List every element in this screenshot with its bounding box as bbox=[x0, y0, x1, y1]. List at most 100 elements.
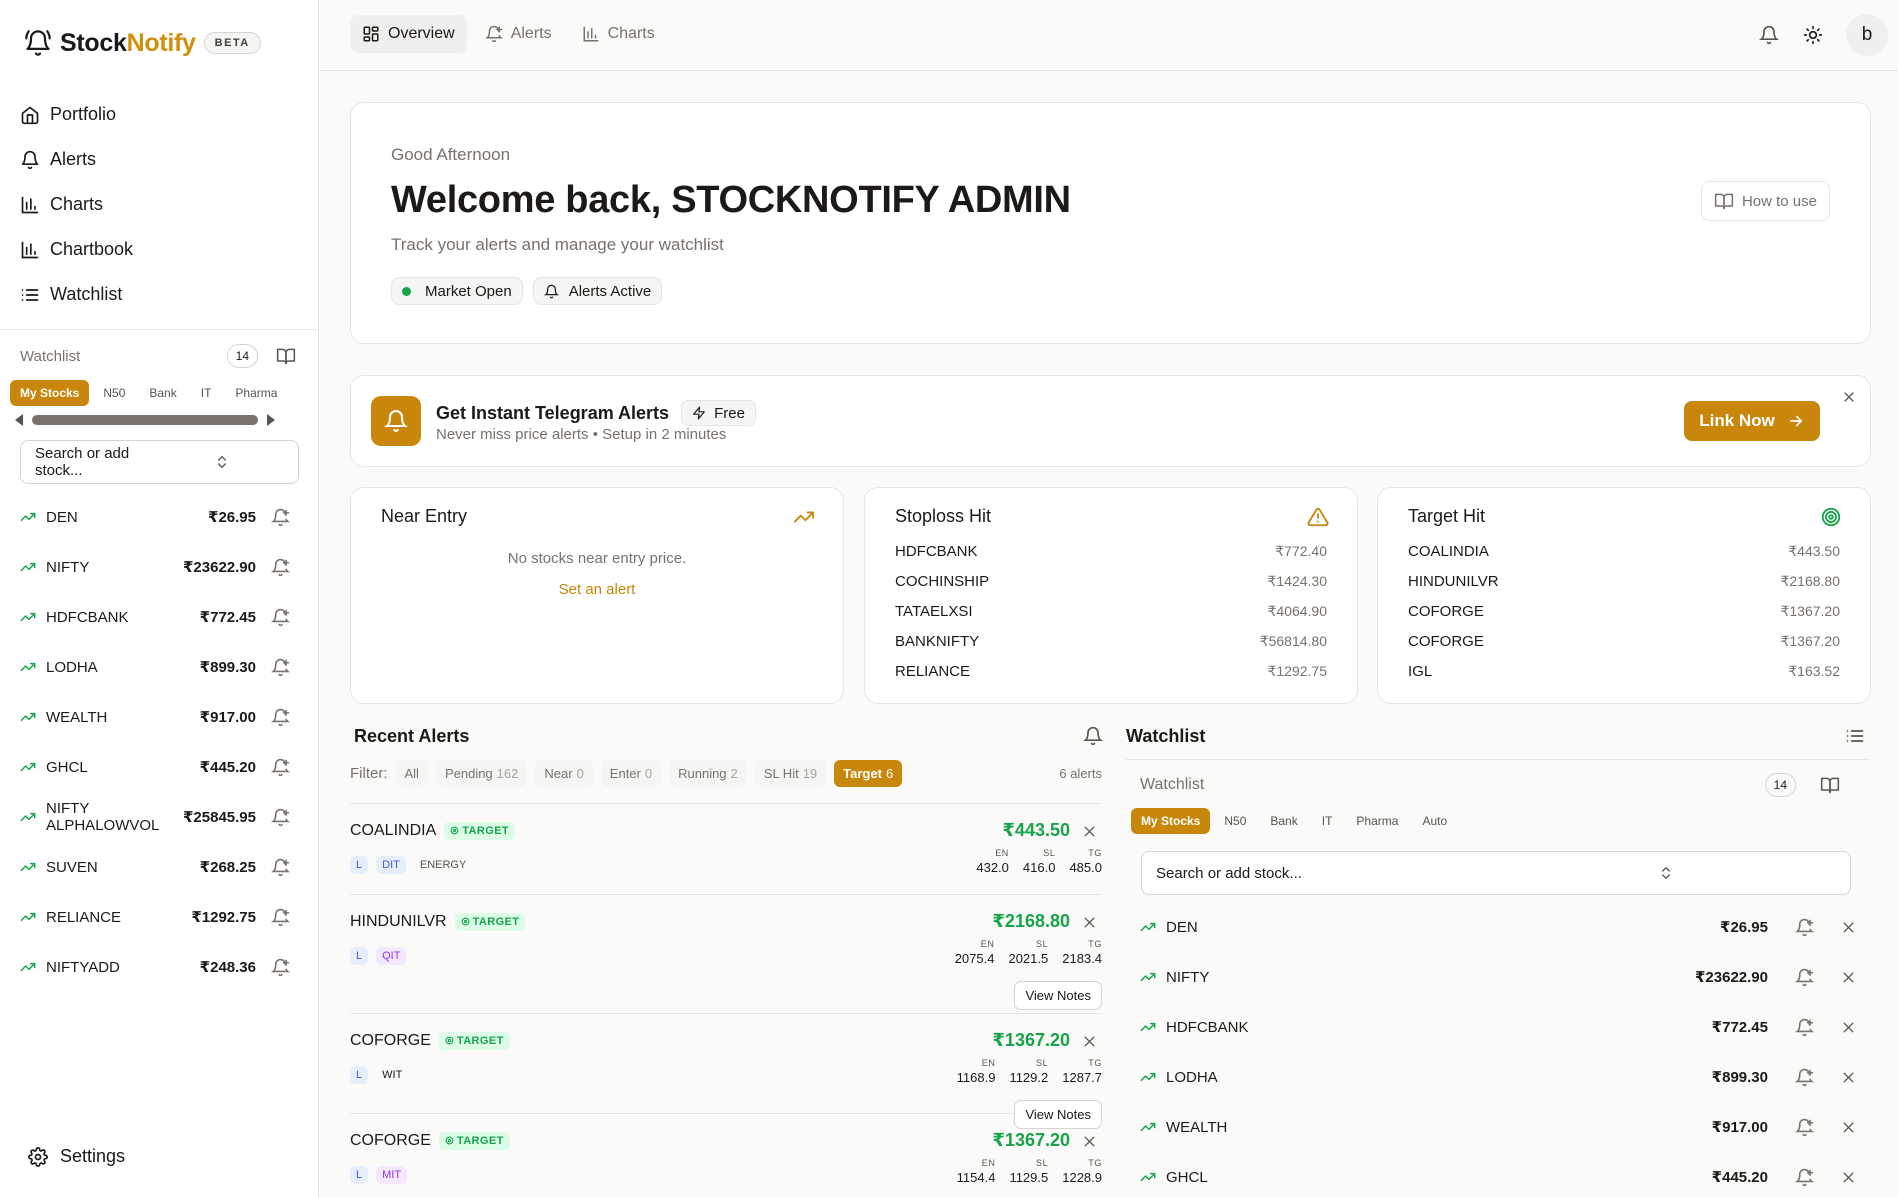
scrollbar-thumb[interactable] bbox=[32, 415, 258, 425]
view-notes-button[interactable]: View Notes bbox=[1014, 981, 1102, 1010]
list-item[interactable]: LODHA ₹899.30 bbox=[20, 642, 290, 692]
list-item[interactable]: WEALTH ₹917.00 bbox=[1140, 1102, 1856, 1152]
alert-row[interactable]: COFORGE TARGET L MIT ₹1367.20 EN 1154.4 SL 1129.… bbox=[350, 1114, 1102, 1198]
link-now-button[interactable]: Link Now bbox=[1684, 401, 1820, 441]
filter-near[interactable]: Near 0 bbox=[535, 760, 593, 787]
list-item[interactable]: RELIANCE ₹1292.75 bbox=[895, 656, 1327, 686]
tab-charts[interactable]: Charts bbox=[570, 15, 667, 53]
list-item[interactable]: DEN ₹26.95 bbox=[1140, 902, 1856, 952]
add-alert-icon[interactable] bbox=[270, 657, 290, 677]
list-item[interactable]: WEALTH ₹917.00 bbox=[20, 692, 290, 742]
list-item[interactable]: NIFTY ALPHALOWVOL ₹25845.95 bbox=[20, 792, 290, 842]
bell-icon[interactable] bbox=[1082, 725, 1104, 747]
chip-my-stocks[interactable]: My Stocks bbox=[1131, 808, 1211, 834]
close-icon[interactable] bbox=[1842, 390, 1856, 404]
filter-all[interactable]: All bbox=[395, 760, 428, 787]
filter-sl-hit[interactable]: SL Hit 19 bbox=[754, 760, 827, 787]
set-alert-link[interactable]: Set an alert bbox=[351, 581, 843, 598]
nav-portfolio[interactable]: Portfolio bbox=[20, 92, 300, 137]
list-item[interactable]: BANKNIFTY ₹56814.80 bbox=[895, 626, 1327, 656]
chip-it[interactable]: IT bbox=[1312, 808, 1343, 834]
add-alert-icon[interactable] bbox=[270, 857, 290, 877]
list-item[interactable]: NIFTY ₹23622.90 bbox=[20, 542, 290, 592]
add-alert-icon[interactable] bbox=[270, 507, 290, 527]
list-item[interactable]: COFORGE ₹1367.20 bbox=[1408, 596, 1840, 626]
watchlist-stock-search[interactable]: Search or add stock... bbox=[1141, 851, 1851, 895]
add-alert-icon[interactable] bbox=[1794, 917, 1814, 937]
remove-icon[interactable] bbox=[1840, 1169, 1856, 1185]
notifications-bell-icon[interactable] bbox=[1758, 24, 1780, 46]
list-item[interactable]: RELIANCE ₹1292.75 bbox=[20, 892, 290, 942]
close-icon[interactable] bbox=[1082, 1034, 1096, 1048]
nav-chartbook[interactable]: Chartbook bbox=[20, 227, 300, 272]
chip-scrollbar[interactable] bbox=[14, 413, 304, 427]
close-icon[interactable] bbox=[1082, 915, 1096, 929]
list-item[interactable]: HDFCBANK ₹772.40 bbox=[895, 536, 1327, 566]
add-alert-icon[interactable] bbox=[1794, 1017, 1814, 1037]
add-alert-icon[interactable] bbox=[270, 557, 290, 577]
list-item[interactable]: IGL ₹163.52 bbox=[1408, 656, 1840, 686]
alert-row[interactable]: HINDUNILVR TARGET L QIT ₹2168.80 EN 2075.4 SL 20… bbox=[350, 895, 1102, 1014]
list-item[interactable]: TATAELXSI ₹4064.90 bbox=[895, 596, 1327, 626]
chip-bank[interactable]: Bank bbox=[139, 380, 186, 406]
tab-overview[interactable]: Overview bbox=[350, 15, 467, 53]
list-item[interactable]: HDFCBANK ₹772.45 bbox=[1140, 1002, 1856, 1052]
nav-charts[interactable]: Charts bbox=[20, 182, 300, 227]
alert-row[interactable]: COFORGE TARGET L WIT ₹1367.20 EN 1168.9 SL 1129.… bbox=[350, 1014, 1102, 1129]
nav-alerts[interactable]: Alerts bbox=[20, 137, 300, 182]
list-item[interactable]: COCHINSHIP ₹1424.30 bbox=[895, 566, 1327, 596]
add-alert-icon[interactable] bbox=[1794, 1167, 1814, 1187]
remove-icon[interactable] bbox=[1840, 1119, 1856, 1135]
sun-icon[interactable] bbox=[1802, 24, 1824, 46]
remove-icon[interactable] bbox=[1840, 1019, 1856, 1035]
logo[interactable]: StockNotify BETA bbox=[24, 26, 261, 60]
list-item[interactable]: NIFTY ₹23622.90 bbox=[1140, 952, 1856, 1002]
sidebar-stock-search[interactable]: Search or add stock... bbox=[20, 440, 299, 484]
filter-pending[interactable]: Pending 162 bbox=[435, 760, 528, 787]
avatar[interactable]: b bbox=[1846, 14, 1888, 56]
filter-running[interactable]: Running 2 bbox=[669, 760, 747, 787]
list-item[interactable]: GHCL ₹445.20 bbox=[20, 742, 290, 792]
chip-auto[interactable]: Auto bbox=[1412, 808, 1457, 834]
book-icon[interactable] bbox=[1820, 775, 1840, 795]
add-alert-icon[interactable] bbox=[270, 757, 290, 777]
add-alert-icon[interactable] bbox=[270, 607, 290, 627]
remove-icon[interactable] bbox=[1840, 919, 1856, 935]
add-alert-icon[interactable] bbox=[1794, 1117, 1814, 1137]
book-icon[interactable] bbox=[276, 346, 296, 366]
list-item[interactable]: COFORGE ₹1367.20 bbox=[1408, 626, 1840, 656]
list-item[interactable]: DEN ₹26.95 bbox=[20, 492, 290, 542]
filter-enter[interactable]: Enter 0 bbox=[600, 760, 662, 787]
nav-watchlist[interactable]: Watchlist bbox=[20, 272, 300, 317]
scroll-right-icon[interactable] bbox=[266, 414, 276, 426]
filter-target[interactable]: Target 6 bbox=[834, 760, 903, 787]
list-item[interactable]: COALINDIA ₹443.50 bbox=[1408, 536, 1840, 566]
list-item[interactable]: HINDUNILVR ₹2168.80 bbox=[1408, 566, 1840, 596]
list-item[interactable]: NIFTYADD ₹248.36 bbox=[20, 942, 290, 992]
remove-icon[interactable] bbox=[1840, 969, 1856, 985]
chip-pharma[interactable]: Pharma bbox=[225, 380, 287, 406]
list-item[interactable]: HDFCBANK ₹772.45 bbox=[20, 592, 290, 642]
scroll-left-icon[interactable] bbox=[14, 414, 24, 426]
chip-n50[interactable]: N50 bbox=[93, 380, 135, 406]
settings-link[interactable]: Settings bbox=[28, 1146, 125, 1167]
chip-bank[interactable]: Bank bbox=[1260, 808, 1307, 834]
how-to-use-button[interactable]: How to use bbox=[1700, 181, 1830, 221]
alert-row[interactable]: COALINDIA TARGET L DIT ENERGY ₹443.50 EN 432.0 S… bbox=[350, 804, 1102, 895]
chip-n50[interactable]: N50 bbox=[1214, 808, 1256, 834]
remove-icon[interactable] bbox=[1840, 1069, 1856, 1085]
add-alert-icon[interactable] bbox=[1794, 967, 1814, 987]
tab-alerts[interactable]: Alerts bbox=[473, 15, 564, 53]
list-icon[interactable] bbox=[1844, 725, 1866, 747]
chip-pharma[interactable]: Pharma bbox=[1346, 808, 1408, 834]
add-alert-icon[interactable] bbox=[270, 707, 290, 727]
close-icon[interactable] bbox=[1082, 1134, 1096, 1148]
list-item[interactable]: LODHA ₹899.30 bbox=[1140, 1052, 1856, 1102]
chip-it[interactable]: IT bbox=[191, 380, 222, 406]
list-item[interactable]: GHCL ₹445.20 bbox=[1140, 1152, 1856, 1198]
add-alert-icon[interactable] bbox=[1794, 1067, 1814, 1087]
close-icon[interactable] bbox=[1082, 824, 1096, 838]
add-alert-icon[interactable] bbox=[270, 807, 290, 827]
add-alert-icon[interactable] bbox=[270, 907, 290, 927]
list-item[interactable]: SUVEN ₹268.25 bbox=[20, 842, 290, 892]
